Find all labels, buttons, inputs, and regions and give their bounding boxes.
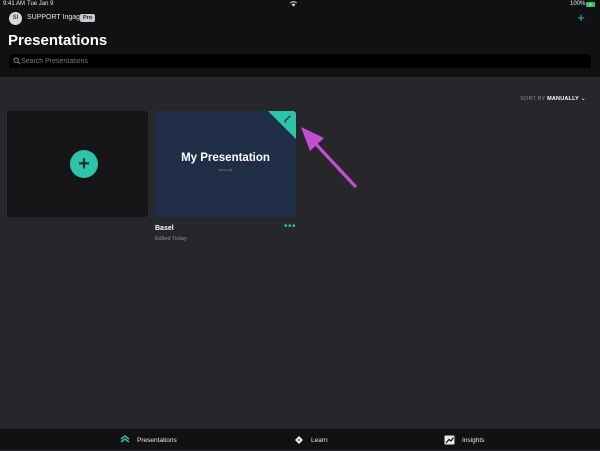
tab-presentations[interactable]: Presentations — [120, 429, 177, 451]
tab-learn-label: Learn — [311, 436, 328, 444]
chevron-down-icon: ⌄ — [580, 96, 586, 102]
search-input[interactable] — [21, 54, 581, 68]
avatar[interactable]: SI — [9, 12, 22, 25]
ellipsis-icon: ••• — [283, 221, 296, 232]
tab-presentations-label: Presentations — [137, 436, 177, 444]
wifi-icon — [289, 1, 298, 7]
new-presentation-card[interactable]: + — [7, 111, 148, 217]
slide-subtitle: Tap to edit — [218, 168, 233, 172]
tab-insights-label: Insights — [462, 436, 485, 444]
plan-badge: Pro — [80, 14, 96, 22]
presentation-edited: Edited Today — [155, 236, 187, 242]
tab-bar: Presentations Learn Insights — [0, 428, 600, 450]
presentation-card[interactable]: My Presentation Tap to edit — [155, 111, 296, 217]
add-presentation-button[interactable]: + — [574, 11, 588, 25]
edit-button[interactable] — [268, 111, 296, 139]
learn-icon — [295, 436, 303, 444]
tab-insights[interactable]: Insights — [444, 429, 484, 451]
user-name[interactable]: SUPPORT Ingage — [27, 14, 84, 21]
status-date: Tue Jan 9 — [27, 1, 54, 7]
battery-icon: ⚡ — [586, 1, 595, 7]
slide-title: My Presentation — [181, 152, 270, 164]
more-options-button[interactable]: ••• — [282, 221, 298, 232]
pencil-icon — [284, 115, 291, 123]
sort-value: MANUALLY — [547, 96, 580, 102]
tab-learn[interactable]: Learn — [294, 429, 328, 451]
sort-label: SORT BY — [520, 96, 546, 102]
presentations-icon — [120, 435, 130, 443]
status-bar: 9:41 AM Tue Jan 9 100% ⚡ — [0, 0, 600, 9]
search-bar[interactable] — [9, 54, 591, 68]
presentation-name: Basel — [155, 225, 174, 232]
plus-icon: + — [577, 10, 585, 25]
plus-icon: + — [70, 150, 98, 178]
insights-icon — [444, 435, 455, 445]
page-title: Presentations — [8, 32, 108, 49]
status-time: 9:41 AM — [3, 1, 26, 7]
app-header: 9:41 AM Tue Jan 9 100% ⚡ SI SUPPORT Inga… — [0, 0, 600, 77]
battery-percent: 100% — [570, 1, 586, 7]
search-icon — [13, 57, 21, 65]
sort-selector[interactable]: SORT BY MANUALLY ⌄ — [500, 95, 586, 102]
